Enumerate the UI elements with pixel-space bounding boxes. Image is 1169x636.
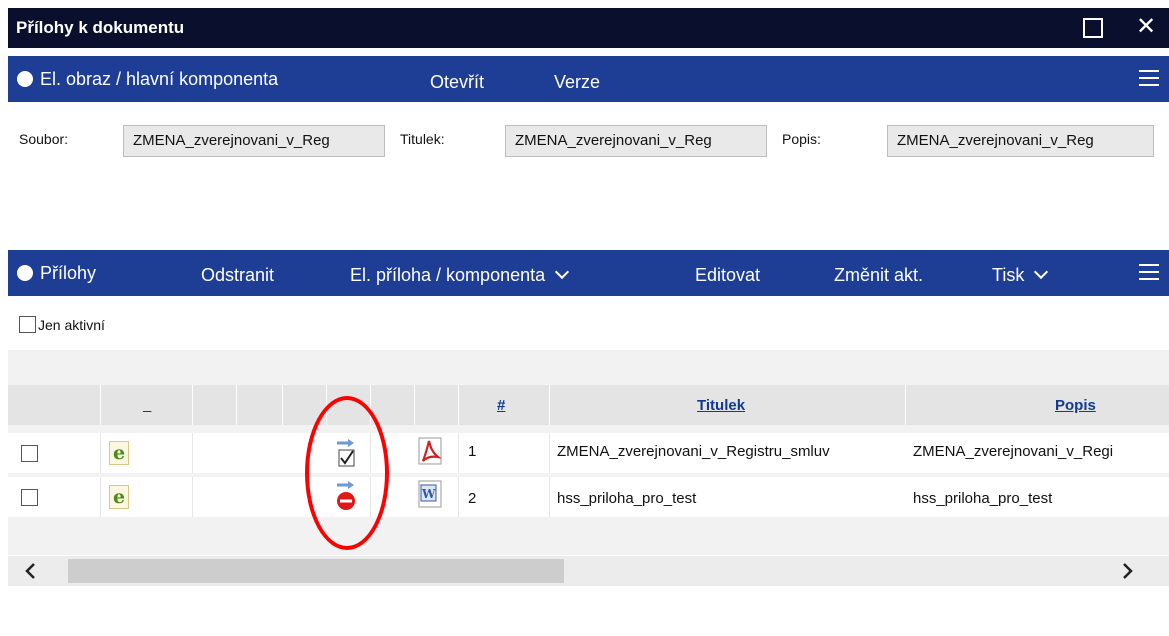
print-dropdown[interactable]: Tisk — [992, 264, 1049, 286]
row-select-checkbox[interactable] — [21, 489, 38, 506]
row-number: 2 — [468, 490, 477, 507]
versions-button[interactable]: Verze — [554, 72, 600, 93]
column-divider — [905, 385, 906, 425]
column-header-underscore[interactable]: _ — [143, 397, 151, 414]
annotation-circle — [305, 396, 389, 550]
soubor-label: Soubor: — [19, 131, 69, 147]
column-divider — [282, 385, 283, 425]
main-component-bar: El. obraz / hlavní komponenta Otevřít Ve… — [8, 56, 1169, 102]
square-icon[interactable] — [1083, 18, 1103, 38]
only-active-label: Jen aktivní — [38, 317, 105, 333]
section-dot-icon — [17, 71, 33, 87]
pdf-icon[interactable] — [418, 437, 444, 467]
attachments-title[interactable]: Přílohy — [40, 263, 96, 284]
main-section-title[interactable]: El. obraz / hlavní komponenta — [40, 69, 278, 90]
row-number: 1 — [468, 443, 477, 460]
column-divider — [192, 477, 193, 517]
window-title: Přílohy k dokumentu — [16, 18, 185, 37]
column-divider — [100, 433, 101, 473]
attachment-component-dropdown[interactable]: El. příloha / komponenta — [350, 264, 570, 286]
e-document-icon[interactable]: e — [109, 441, 129, 465]
row-popis: hss_priloha_pro_test — [913, 490, 1053, 507]
row-titulek: ZMENA_zverejnovani_v_Registru_smluv — [557, 443, 830, 460]
popis-field[interactable]: ZMENA_zverejnovani_v_Reg — [887, 125, 1154, 157]
column-divider — [549, 385, 550, 425]
column-divider — [458, 477, 459, 517]
chevron-right-icon[interactable] — [1118, 561, 1136, 581]
table-header — [8, 385, 1169, 425]
svg-text:W: W — [421, 487, 436, 501]
titulek-field[interactable]: ZMENA_zverejnovani_v_Reg — [505, 125, 767, 157]
column-divider — [192, 433, 193, 473]
window-title-bar: Přílohy k dokumentu ✕ — [8, 8, 1169, 48]
soubor-field[interactable]: ZMENA_zverejnovani_v_Reg — [123, 125, 385, 157]
column-divider — [458, 385, 459, 425]
column-header-number[interactable]: # — [497, 397, 505, 414]
chevron-down-icon — [1034, 264, 1049, 280]
row-popis: ZMENA_zverejnovani_v_Regi — [913, 443, 1114, 460]
e-document-icon[interactable]: e — [109, 485, 129, 509]
close-icon[interactable]: ✕ — [1136, 13, 1156, 41]
word-doc-icon[interactable]: W — [418, 480, 444, 510]
edit-button[interactable]: Editovat — [695, 265, 760, 286]
column-divider — [414, 385, 415, 425]
column-divider — [549, 477, 550, 517]
print-label: Tisk — [992, 265, 1025, 285]
section-dot-icon — [17, 265, 33, 281]
column-divider — [100, 477, 101, 517]
remove-button[interactable]: Odstranit — [201, 265, 274, 286]
column-divider — [458, 433, 459, 473]
row-select-checkbox[interactable] — [21, 445, 38, 462]
change-current-button[interactable]: Změnit akt. — [834, 265, 923, 286]
chevron-down-icon — [555, 264, 570, 280]
titulek-label: Titulek: — [400, 131, 445, 147]
column-header-popis[interactable]: Popis — [1055, 397, 1096, 414]
column-divider — [192, 385, 193, 425]
column-header-titulek[interactable]: Titulek — [697, 397, 745, 414]
row-titulek: hss_priloha_pro_test — [557, 490, 697, 507]
column-divider — [549, 433, 550, 473]
attachment-component-label: El. příloha / komponenta — [350, 265, 546, 285]
popis-label: Popis: — [782, 131, 821, 147]
scrollbar-thumb[interactable] — [68, 559, 564, 583]
hamburger-menu-icon[interactable] — [1139, 264, 1159, 281]
hamburger-menu-icon[interactable] — [1139, 70, 1159, 87]
open-button[interactable]: Otevřít — [430, 72, 484, 93]
column-divider — [236, 385, 237, 425]
only-active-checkbox[interactable] — [19, 316, 36, 333]
attachments-bar: Přílohy Odstranit El. příloha / komponen… — [8, 250, 1169, 296]
column-divider — [100, 385, 101, 425]
chevron-left-icon[interactable] — [22, 561, 40, 581]
